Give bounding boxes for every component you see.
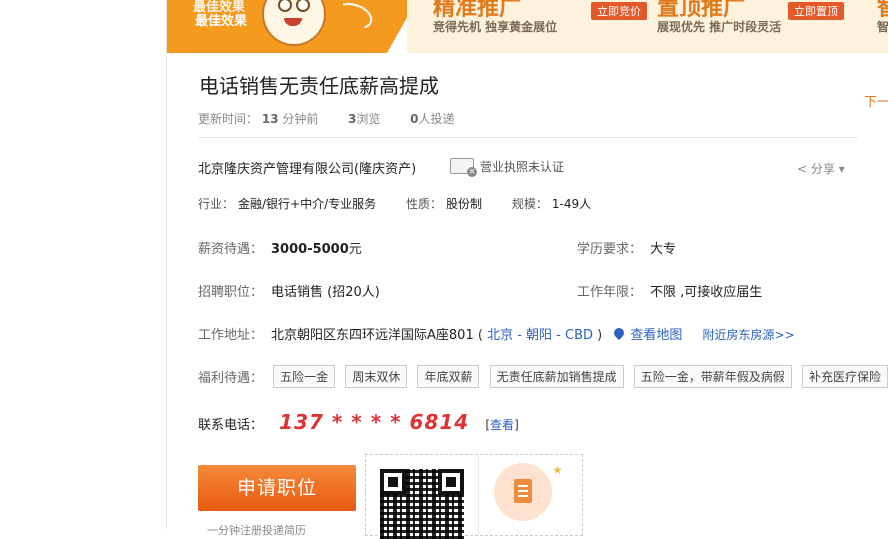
- license-status-text: 营业执照未认证: [480, 160, 565, 174]
- salary-value: 3000-5000: [271, 242, 349, 257]
- view-bracket-close: ]: [514, 418, 519, 432]
- banner-left-text: 最佳效果: [195, 14, 248, 29]
- company-info: 行业： 金融/银行+中介/专业服务 性质： 股份制 规模： 1-49人: [198, 195, 617, 212]
- address-area-link[interactable]: 北京 - 朝阳 - CBD: [487, 328, 593, 343]
- updated-unit: 分钟前: [282, 112, 319, 126]
- benefit-tag: 五险一金，带薪年假及病假: [633, 365, 792, 388]
- ad-smart-subtext: 智: [877, 20, 888, 34]
- industry-value: 金融/银行+中介/专业服务: [238, 197, 377, 211]
- scale-label: 规模：: [511, 197, 548, 211]
- benefit-tag: 无责任底薪加销售提成: [489, 365, 624, 388]
- industry-label: 行业：: [198, 197, 235, 211]
- pin-top-button[interactable]: 立即置顶: [788, 2, 844, 20]
- bid-now-button[interactable]: 立即竞价: [591, 2, 647, 20]
- phone-number: 137 * * * * 6814: [279, 410, 470, 434]
- job-detail-page: 最佳效果 最佳效果 精准推广 竞得先机 独享黄金展位 立即竞价 置顶推广 展现优…: [166, 0, 888, 539]
- nature-value: 股份制: [446, 197, 483, 211]
- education-value: 大专: [650, 242, 677, 257]
- views-label: 浏览: [356, 112, 381, 126]
- star-icon: ★: [552, 463, 563, 477]
- benefits-label: 福利待遇：: [198, 371, 264, 386]
- ad-banner[interactable]: 最佳效果 最佳效果 精准推广 竞得先机 独享黄金展位 立即竞价 置顶推广 展现优…: [167, 0, 888, 53]
- chevron-down-icon: ▾: [838, 162, 845, 176]
- experience-row: 工作年限： 不限 ,可接收应届生: [577, 281, 762, 300]
- mascot-eye: [278, 0, 292, 12]
- experience-label: 工作年限：: [577, 285, 643, 300]
- address-value: 北京朝阳区东四环远洋国际A座801: [271, 328, 474, 343]
- license-status: 营业执照未认证: [450, 158, 565, 177]
- app-promo-box: ★: [365, 454, 583, 539]
- job-title: 电话销售无责任底薪高提成: [199, 74, 439, 98]
- benefit-tag: 补充医疗保险: [801, 365, 888, 388]
- updated-value: 13: [261, 112, 279, 126]
- experience-value: 不限 ,可接收应届生: [650, 285, 763, 300]
- share-icon: <: [797, 162, 808, 176]
- scale-value: 1-49人: [551, 197, 592, 211]
- education-row: 学历要求： 大专: [577, 238, 676, 257]
- divider: [198, 137, 858, 138]
- education-label: 学历要求：: [577, 242, 643, 257]
- share-button[interactable]: < 分享 ▾: [797, 160, 845, 177]
- resume-icon[interactable]: [494, 463, 552, 521]
- benefit-tag: 年底双薪: [417, 365, 480, 388]
- company-name[interactable]: 北京隆庆资产管理有限公司(隆庆资产): [198, 158, 416, 177]
- address-area-open: (: [477, 328, 483, 343]
- contact-phone-row: 联系电话： 137 * * * * 6814 [查看]: [198, 410, 519, 434]
- position-row: 招聘职位： 电话销售 (招20人): [198, 281, 380, 300]
- benefit-tag: 五险一金: [273, 365, 336, 388]
- job-meta: 更新时间： 13 分钟前 3浏览 0人投递: [198, 110, 454, 127]
- salary-label: 薪资待遇：: [198, 242, 264, 257]
- ad-precise-subtext: 竞得先机 独享黄金展位: [433, 20, 558, 34]
- curved-arrow-icon: [332, 0, 376, 34]
- updated-label: 更新时间：: [198, 112, 259, 126]
- license-unverified-icon: [450, 158, 477, 177]
- qr-finder: [380, 469, 406, 495]
- nearby-housing-link[interactable]: 附近房东房源>>: [703, 328, 795, 342]
- address-label: 工作地址：: [198, 328, 264, 343]
- apply-job-button[interactable]: 申请职位: [198, 465, 356, 511]
- address-area-close: ): [597, 328, 603, 343]
- left-blank-area: [0, 0, 166, 529]
- view-map-link[interactable]: 查看地图: [630, 328, 682, 343]
- qr-finder: [438, 469, 464, 495]
- map-pin-icon: [612, 325, 627, 341]
- nature-label: 性质：: [406, 197, 443, 211]
- banner-right-panel: 精准推广 竞得先机 独享黄金展位 立即竞价 置顶推广 展现优先 推广时段灵活 立…: [407, 0, 888, 53]
- position-label: 招聘职位：: [198, 285, 264, 300]
- applies-label: 人投递: [418, 112, 455, 126]
- apply-note: 一分钟注册投递简历: [207, 524, 306, 537]
- salary-unit: 元: [348, 242, 362, 257]
- address-row: 工作地址： 北京朝阳区东四环远洋国际A座801 ( 北京 - 朝阳 - CBD )…: [198, 324, 795, 343]
- contact-label: 联系电话：: [198, 418, 264, 433]
- promo-divider: [478, 455, 479, 535]
- document-icon: [514, 479, 532, 503]
- benefit-tag: 周末双休: [345, 365, 408, 388]
- mascot-icon: [262, 0, 326, 46]
- banner-left-panel: 最佳效果 最佳效果: [167, 0, 417, 53]
- view-phone-link[interactable]: 查看: [490, 418, 514, 432]
- mascot-eye: [296, 0, 310, 12]
- salary-row: 薪资待遇： 3000-5000元: [198, 238, 362, 257]
- benefits-row: 福利待遇： 五险一金 周末双休 年底双薪 无责任底薪加销售提成 五险一金，带薪年…: [198, 365, 888, 388]
- mascot-mouth: [284, 18, 302, 26]
- view-phone: [查看]: [485, 418, 518, 432]
- ad-top-subtext: 展现优先 推广时段灵活: [657, 20, 782, 34]
- position-value: 电话销售 (招20人): [271, 285, 380, 300]
- next-job-link[interactable]: 下一: [864, 91, 888, 110]
- share-label: 分享: [810, 162, 835, 176]
